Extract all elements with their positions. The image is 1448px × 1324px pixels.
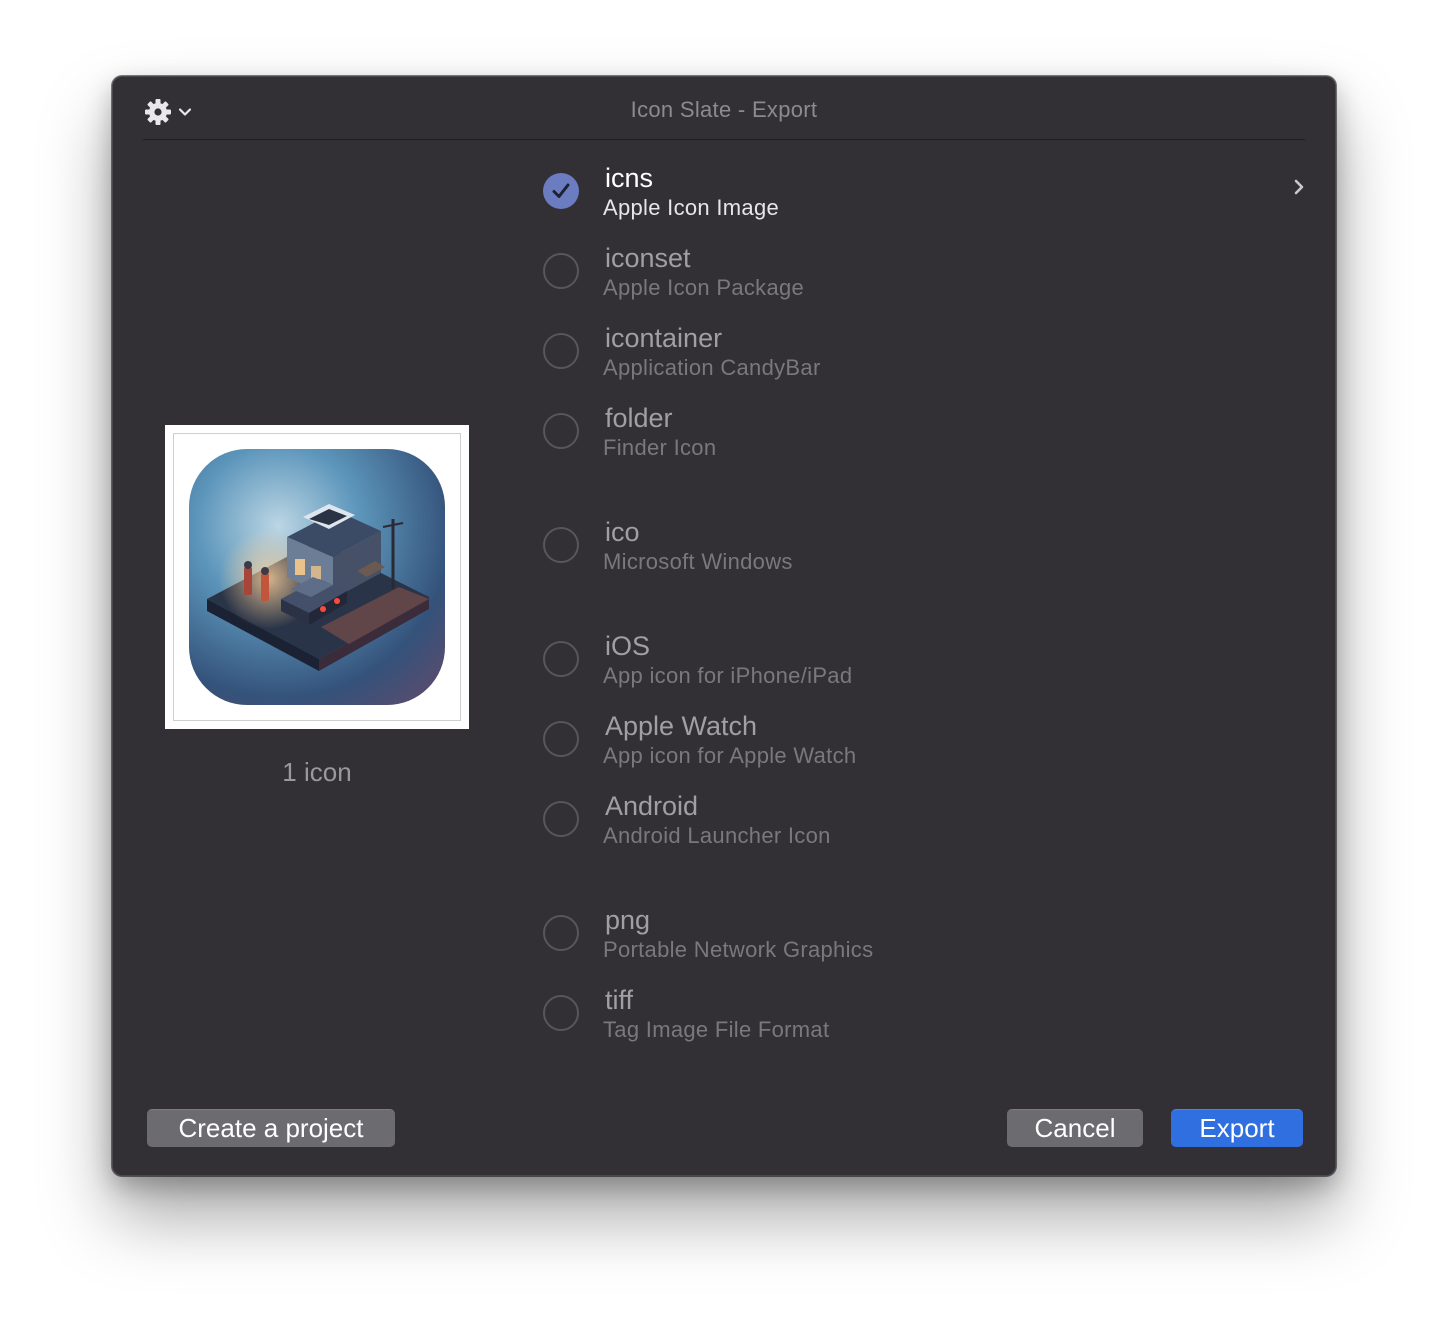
format-description: Apple Icon Image (603, 195, 780, 220)
format-name: iconset (605, 243, 691, 273)
format-description: App icon for Apple Watch (603, 743, 857, 768)
export-dialog: Icon Slate - Export 1 icon icns Apple Ic… (112, 76, 1336, 1176)
cancel-button[interactable]: Cancel (1007, 1109, 1143, 1147)
title-divider (143, 139, 1305, 140)
format-name: icontainer (605, 323, 723, 353)
radio-unchecked-icon[interactable] (543, 333, 579, 369)
window-title: Icon Slate - Export (630, 97, 818, 122)
format-option-ios[interactable]: iOS App icon for iPhone/iPad (541, 625, 1311, 695)
format-description: Apple Icon Package (603, 275, 805, 300)
format-description: Android Launcher Icon (603, 823, 831, 848)
format-description: Application CandyBar (603, 355, 821, 380)
radio-unchecked-icon[interactable] (543, 801, 579, 837)
format-description: Tag Image File Format (603, 1017, 830, 1042)
format-description: Finder Icon (603, 435, 717, 460)
create-project-button[interactable]: Create a project (147, 1109, 395, 1147)
radio-unchecked-icon[interactable] (543, 527, 579, 563)
title-bar: Icon Slate - Export (113, 77, 1335, 139)
icon-preview (165, 425, 469, 729)
format-name: tiff (605, 985, 634, 1015)
format-option-tiff[interactable]: tiff Tag Image File Format (541, 979, 1311, 1049)
icon-count-label: 1 icon (282, 757, 352, 787)
format-option-icontainer[interactable]: icontainer Application CandyBar (541, 317, 1311, 387)
format-name: Android (605, 791, 699, 821)
export-button[interactable]: Export (1171, 1109, 1303, 1147)
format-description: Portable Network Graphics (603, 937, 874, 962)
format-option-iconset[interactable]: iconset Apple Icon Package (541, 237, 1311, 307)
format-option-ico[interactable]: ico Microsoft Windows (541, 511, 1311, 581)
format-name: ico (605, 517, 640, 547)
app-icon-image (189, 449, 445, 705)
format-name: png (605, 905, 651, 935)
radio-unchecked-icon[interactable] (543, 915, 579, 951)
format-description: App icon for iPhone/iPad (603, 663, 853, 688)
format-name: icns (605, 163, 654, 193)
radio-unchecked-icon[interactable] (543, 413, 579, 449)
format-option-apple-watch[interactable]: Apple Watch App icon for Apple Watch (541, 705, 1311, 775)
format-description: Microsoft Windows (603, 549, 793, 574)
radio-unchecked-icon[interactable] (543, 641, 579, 677)
chevron-right-icon[interactable] (1287, 175, 1311, 199)
format-name: folder (605, 403, 673, 433)
radio-unchecked-icon[interactable] (543, 995, 579, 1031)
radio-checked-icon[interactable] (543, 173, 579, 209)
format-option-png[interactable]: png Portable Network Graphics (541, 899, 1311, 969)
format-option-folder[interactable]: folder Finder Icon (541, 397, 1311, 467)
radio-unchecked-icon[interactable] (543, 253, 579, 289)
radio-unchecked-icon[interactable] (543, 721, 579, 757)
format-option-android[interactable]: Android Android Launcher Icon (541, 785, 1311, 855)
format-name: iOS (605, 631, 651, 661)
format-name: Apple Watch (605, 711, 758, 741)
format-option-icns[interactable]: icns Apple Icon Image (541, 157, 1311, 227)
